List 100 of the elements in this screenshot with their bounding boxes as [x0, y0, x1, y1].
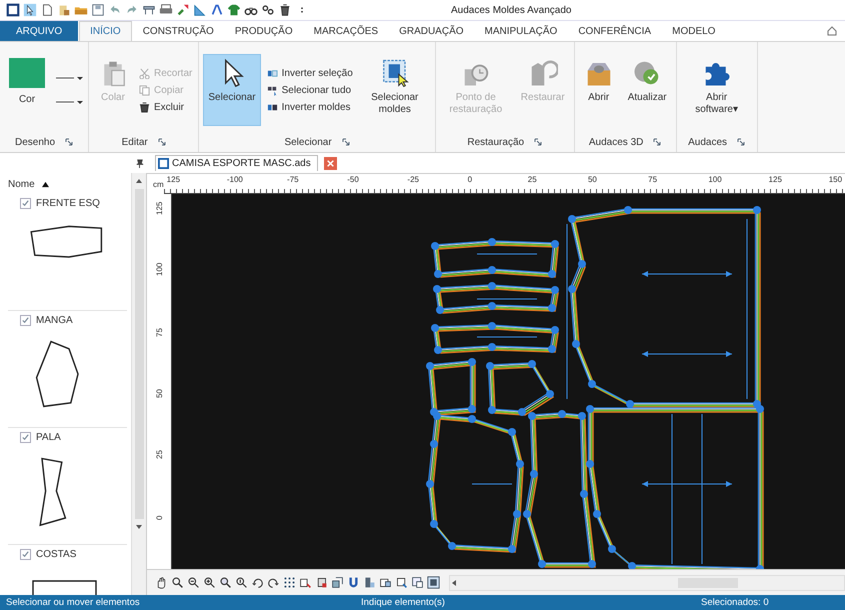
triangle-ruler-icon[interactable] — [193, 3, 207, 17]
vertical-scrollbar[interactable] — [131, 173, 146, 595]
zoom-in-icon[interactable] — [203, 576, 216, 589]
checkbox[interactable] — [20, 315, 31, 326]
model-name: COSTAS — [36, 549, 76, 560]
app-icon[interactable] — [6, 3, 20, 17]
close-icon[interactable] — [324, 156, 337, 170]
magnet-icon[interactable] — [347, 576, 360, 589]
zoom-icon[interactable] — [171, 576, 184, 589]
trash-icon — [139, 102, 150, 112]
model-name: MANGA — [36, 315, 73, 326]
checkbox[interactable] — [20, 432, 31, 443]
ribbon-tab[interactable]: ARQUIVO — [0, 21, 78, 41]
dialog-launcher-icon[interactable] — [653, 138, 662, 146]
pan-hand-icon[interactable] — [155, 576, 168, 589]
ribbon-tab[interactable]: CONFERÊNCIA — [568, 21, 662, 41]
column-header[interactable]: Nome — [8, 179, 35, 190]
ruler-label: 125 — [166, 174, 182, 186]
home-icon[interactable] — [827, 26, 837, 36]
frame-icon[interactable] — [427, 576, 440, 589]
stack-icon[interactable] — [331, 576, 344, 589]
rotate-icon[interactable] — [251, 576, 264, 589]
ribbon-tab[interactable]: MANIPULAÇÃO — [474, 21, 568, 41]
new-file-icon[interactable] — [40, 3, 54, 17]
ruler-label: -100 — [226, 174, 244, 186]
ribbon-tab[interactable]: MARCAÇÕES — [304, 21, 388, 41]
zoom-icon[interactable] — [235, 576, 248, 589]
rotate-icon[interactable] — [267, 576, 280, 589]
ruler-label: -50 — [347, 174, 360, 186]
ruler-label: 25 — [528, 174, 538, 186]
select-all-icon — [266, 84, 278, 96]
horizontal-scrollbar[interactable] — [449, 574, 845, 590]
dialog-launcher-icon[interactable] — [65, 138, 74, 146]
pointer-icon[interactable] — [23, 3, 37, 17]
ruler-unit: cm — [152, 179, 164, 191]
zoom-icon[interactable] — [219, 576, 232, 589]
color-button[interactable]: Cor — [4, 54, 50, 126]
group-label: Desenho — [14, 136, 56, 148]
group-label: Audaces — [688, 136, 728, 148]
save-icon[interactable] — [91, 3, 105, 17]
group-label: Editar — [122, 136, 148, 148]
scroll-up-icon[interactable] — [135, 177, 143, 185]
ruler-label: 75 — [154, 327, 164, 337]
window-title: Audaces Moldes Avançado — [451, 4, 572, 16]
ribbon-tab[interactable]: CONSTRUÇÃO — [132, 21, 224, 41]
scroll-left-icon[interactable] — [450, 578, 458, 586]
ruler-label: 0 — [154, 514, 164, 520]
document-icon — [158, 158, 169, 169]
ribbon-tab[interactable]: GRADUAÇÃO — [389, 21, 474, 41]
scissors-icon — [139, 68, 150, 78]
ruler-label: 50 — [154, 388, 164, 398]
pattern-pieces-drawing[interactable] — [426, 206, 764, 569]
dialog-launcher-icon[interactable] — [342, 138, 350, 146]
invert-selection-icon — [266, 68, 278, 78]
ribbon-button[interactable]: Inverter seleção — [264, 66, 355, 80]
piece-icon[interactable] — [363, 576, 376, 589]
piece-icon[interactable] — [411, 576, 424, 589]
ruler-label: 125 — [154, 200, 164, 215]
shirt-icon[interactable] — [227, 3, 241, 17]
ruler-label: 125 — [768, 174, 783, 186]
group-label: Restauração — [467, 136, 524, 148]
layers-icon[interactable] — [315, 576, 328, 589]
piece-icon[interactable] — [395, 576, 408, 589]
ribbon-button[interactable]: Excluir — [137, 100, 194, 114]
status-text: Selecionados: 0 — [701, 597, 769, 608]
trash-icon[interactable] — [278, 3, 292, 17]
ruler-label: -25 — [407, 174, 420, 186]
document-tab[interactable]: CAMISA ESPORTE MASC.ads — [155, 155, 318, 171]
ribbon-button[interactable]: Abrir software▾ — [680, 54, 753, 126]
model-name: FRENTE ESQ — [36, 198, 100, 209]
ribbon-button[interactable]: Abrir — [578, 54, 619, 126]
dialog-launcher-icon[interactable] — [158, 138, 166, 146]
pin-icon[interactable] — [135, 158, 144, 168]
scroll-down-icon[interactable] — [135, 523, 143, 531]
ribbon-tab[interactable]: INÍCIO — [79, 21, 132, 41]
ruler-label: 150 — [828, 174, 844, 186]
dialog-launcher-icon[interactable] — [534, 138, 542, 146]
ruler-label: -75 — [287, 174, 300, 186]
status-text: Indique elemento(s) — [361, 597, 446, 608]
ruler-label: 100 — [154, 262, 164, 276]
grid-icon[interactable] — [283, 576, 296, 589]
ribbon-button[interactable]: Selecionar tudo — [264, 82, 355, 98]
ribbon-button[interactable]: Inverter moldes — [264, 100, 355, 114]
copy-icon — [139, 84, 150, 96]
ribbon-tab[interactable]: MODELO — [662, 21, 726, 41]
dialog-launcher-icon[interactable] — [737, 138, 746, 146]
checkbox[interactable] — [20, 549, 31, 560]
status-text: Selecionar ou mover elementos — [5, 597, 141, 608]
sort-ascending-icon[interactable] — [40, 181, 50, 188]
zoom-out-icon[interactable] — [187, 576, 200, 589]
ribbon-button[interactable]: Atualizar — [622, 54, 672, 126]
piece-icon[interactable] — [379, 576, 392, 589]
ribbon-button[interactable]: Selecionar moldes — [358, 54, 431, 126]
drawing-canvas[interactable] — [172, 194, 845, 569]
ribbon-button[interactable]: Selecionar — [203, 54, 261, 126]
ribbon-tab[interactable]: PRODUÇÃO — [224, 21, 303, 41]
ruler-label: 100 — [708, 174, 723, 186]
tools-icon[interactable] — [176, 3, 190, 17]
layers-icon[interactable] — [299, 576, 312, 589]
checkbox[interactable] — [20, 198, 31, 209]
